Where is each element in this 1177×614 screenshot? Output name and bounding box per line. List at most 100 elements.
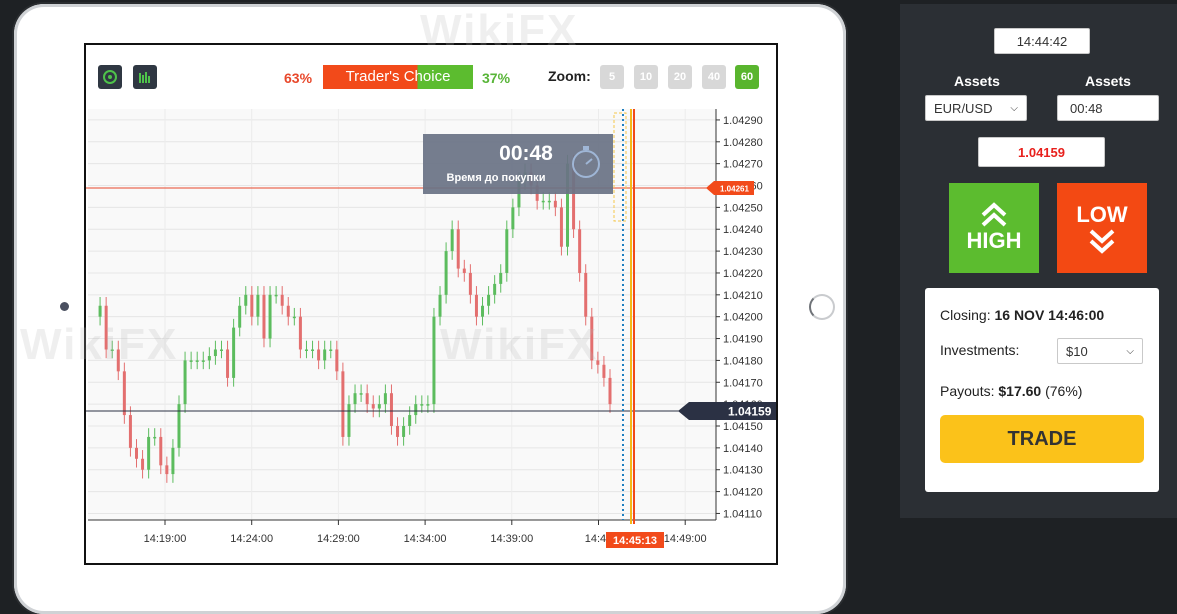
clock-display: 14:44:42: [994, 28, 1090, 54]
y-tick-label: 1.04230: [723, 246, 763, 258]
candle-body: [602, 364, 606, 378]
low-label: LOW: [1076, 202, 1128, 227]
asset-select-value: EUR/USD: [934, 100, 993, 116]
high-button[interactable]: HIGH: [949, 183, 1039, 273]
traders-choice-bar: Trader's Choice: [323, 65, 473, 89]
bar-chart-icon[interactable]: [133, 65, 157, 89]
trade-panel: 14:44:42 Assets Assets EUR/USD ⌵ 00:48 1…: [900, 4, 1177, 518]
zoom-60-button[interactable]: 60: [735, 65, 759, 89]
candle-body: [238, 305, 242, 328]
candle-body: [408, 415, 412, 426]
closing-label: Closing:: [940, 307, 991, 323]
candle-body: [304, 349, 308, 351]
zoom-20-button[interactable]: 20: [668, 65, 692, 89]
double-chevron-up-icon: [981, 202, 1007, 227]
traders-choice-label: Trader's Choice: [345, 68, 451, 85]
candle-body: [232, 327, 236, 378]
timer-caption: Время до покупки: [447, 172, 546, 184]
candle-body: [456, 229, 460, 269]
closing-value: 16 NOV 14:46:00: [994, 307, 1105, 323]
candle-body: [250, 294, 254, 317]
candle-body: [213, 349, 217, 357]
candle-body: [353, 393, 357, 405]
candle-body: [244, 294, 248, 306]
candle-body: [329, 349, 333, 351]
plot-area: [88, 109, 716, 520]
candle-body: [499, 272, 503, 284]
timer-value: 00:48: [499, 142, 553, 165]
candle-body: [444, 251, 448, 295]
zoom-5-button[interactable]: 5: [600, 65, 624, 89]
current-time-label: 14:45:13: [613, 535, 657, 547]
y-tick-label: 1.04190: [723, 334, 763, 346]
payouts-row: Payouts: $17.60 (76%): [940, 383, 1082, 399]
target-price-label: 1.04261: [720, 185, 749, 194]
candle-body: [450, 229, 454, 252]
candle-body: [347, 404, 351, 437]
candle-body: [141, 458, 145, 470]
low-button[interactable]: LOW: [1057, 183, 1147, 273]
closing-row: Closing: 16 NOV 14:46:00: [940, 307, 1104, 323]
zoom-label: Zoom:: [548, 68, 591, 84]
candle-body: [147, 436, 151, 470]
candle-body: [280, 294, 284, 306]
y-tick-label: 1.04250: [723, 202, 763, 214]
candle-body: [165, 465, 169, 475]
y-tick-label: 1.04150: [723, 421, 763, 433]
zoom-10-button[interactable]: 10: [634, 65, 658, 89]
y-tick-label: 1.04110: [723, 508, 762, 520]
candle-body: [426, 404, 430, 406]
y-tick-label: 1.04290: [723, 115, 763, 127]
candle-body: [298, 316, 302, 350]
candle-body: [487, 294, 491, 306]
candle-body: [432, 316, 436, 405]
y-axis-ticks: 1.042901.042801.042701.042601.042501.042…: [716, 115, 763, 520]
payouts-label: Payouts:: [940, 383, 995, 399]
candle-body: [608, 377, 612, 405]
x-tick-label: 14:29:00: [317, 533, 360, 545]
candle-body: [365, 393, 369, 405]
candle-body: [584, 272, 588, 317]
candle-body: [201, 360, 205, 362]
y-tick-label: 1.04170: [723, 377, 763, 389]
price-chart[interactable]: 1.042901.042801.042701.042601.042501.042…: [86, 109, 776, 563]
candle-body: [104, 305, 108, 350]
candle-body: [389, 393, 393, 426]
candle-body: [134, 447, 138, 459]
asset-select[interactable]: EUR/USD ⌵: [925, 95, 1027, 121]
call-percentage: 37%: [482, 70, 511, 86]
candle-body: [286, 305, 290, 317]
trade-button[interactable]: TRADE: [940, 415, 1144, 463]
candle-body: [226, 349, 230, 378]
payouts-value: $17.60: [998, 383, 1042, 399]
candle-body: [396, 425, 400, 437]
y-tick-label: 1.04140: [723, 443, 763, 455]
expiry-field[interactable]: 00:48: [1057, 95, 1159, 121]
candle-body: [183, 360, 187, 405]
y-tick-label: 1.04200: [723, 312, 763, 324]
candle-body: [323, 349, 327, 361]
home-button[interactable]: [809, 294, 835, 320]
chart-toolbar: 63% Trader's Choice 37% Zoom: 5 10 20 40…: [86, 45, 776, 109]
y-tick-label: 1.04180: [723, 355, 763, 367]
x-tick-label: 14:24:00: [230, 533, 273, 545]
candle-body: [341, 371, 345, 437]
candle-body: [474, 294, 478, 317]
payouts-percentage: (76%): [1045, 383, 1083, 399]
investment-select[interactable]: $10 ⌵: [1057, 338, 1143, 364]
y-tick-label: 1.04210: [723, 290, 763, 302]
candle-body: [292, 316, 296, 319]
candle-body: [256, 294, 260, 317]
target-icon[interactable]: [98, 65, 122, 89]
candle-body: [578, 229, 582, 273]
candle-body: [110, 349, 114, 351]
candle-body: [195, 360, 199, 362]
zoom-40-button[interactable]: 40: [702, 65, 726, 89]
x-tick-label: 14:39:00: [490, 533, 533, 545]
chart-panel: 63% Trader's Choice 37% Zoom: 5 10 20 40…: [84, 43, 778, 565]
y-tick-label: 1.04120: [723, 487, 763, 499]
candle-body: [311, 349, 315, 351]
candle-body: [547, 200, 551, 203]
x-tick-label: 14:49:00: [664, 533, 707, 545]
candle-body: [468, 272, 472, 295]
